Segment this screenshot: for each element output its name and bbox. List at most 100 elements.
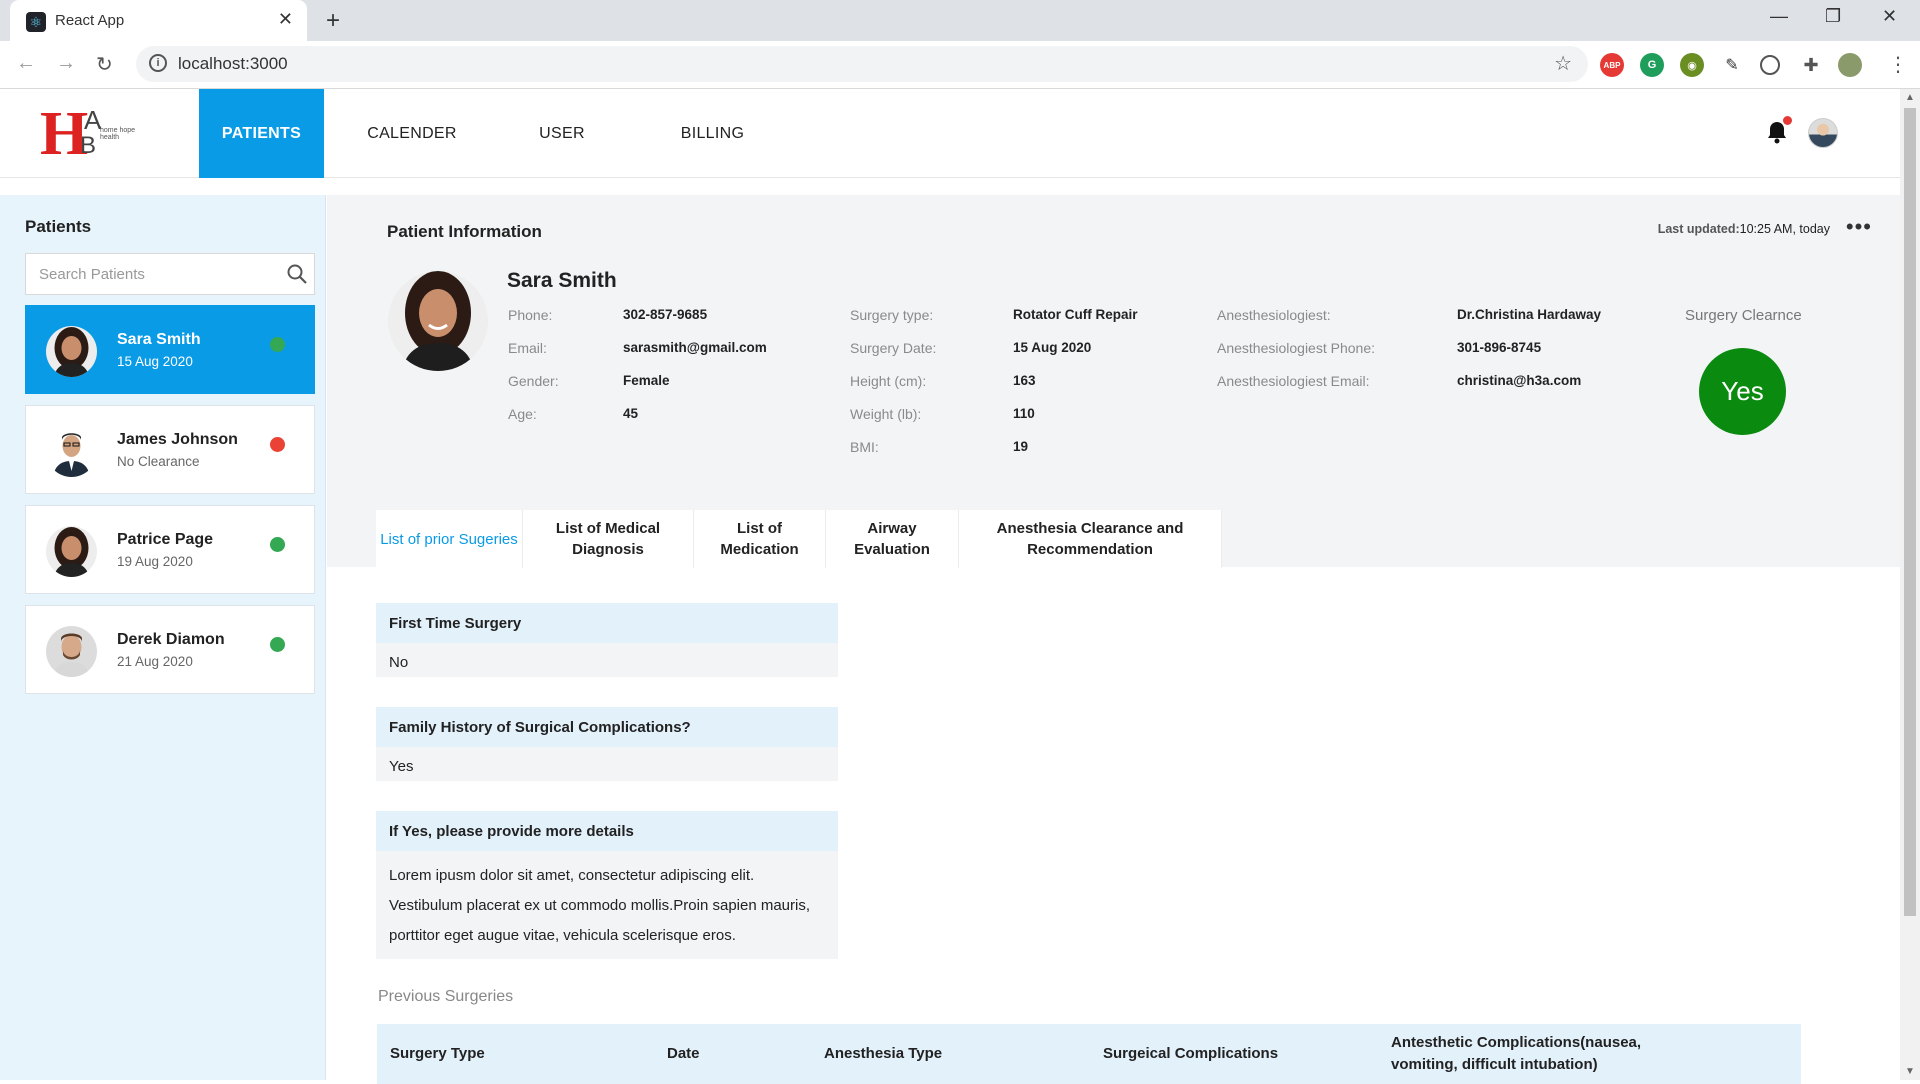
browser-tab-strip: ⚛ React App ✕ + — ❐ ✕	[0, 0, 1920, 41]
new-tab-icon[interactable]: +	[326, 7, 340, 35]
tab-medical-diagnosis[interactable]: List of Medical Diagnosis	[523, 510, 694, 568]
patients-sidebar: Patients Sara Smith 15 Aug 2020 James Jo…	[0, 195, 326, 1080]
react-favicon-icon: ⚛	[26, 12, 46, 32]
scrollbar-thumb[interactable]	[1904, 108, 1916, 916]
scroll-down-icon[interactable]: ▼	[1905, 1066, 1915, 1077]
page-scrollbar[interactable]: ▲ ▼	[1900, 89, 1920, 1080]
tab-prior-surgeries[interactable]: List of prior Sugeries	[376, 510, 523, 568]
forward-icon[interactable]: →	[56, 52, 76, 75]
status-dot-red	[270, 437, 285, 452]
column-header: Surgery Type	[390, 1045, 485, 1062]
qa-question: First Time Surgery	[376, 603, 838, 643]
anesthesiologist-value: Dr.Christina Hardaway	[1457, 307, 1602, 322]
browser-tab[interactable]: ⚛ React App ✕	[10, 0, 307, 41]
browser-menu-icon[interactable]: ⋮	[1888, 52, 1908, 77]
search-input[interactable]	[26, 254, 276, 294]
qa-question: Family History of Surgical Complications…	[376, 707, 838, 747]
age-value: 45	[623, 406, 639, 421]
qa-answer: No	[389, 654, 409, 671]
patient-status: No Clearance	[117, 454, 200, 469]
nav-calender[interactable]: CALENDER	[357, 89, 467, 178]
close-tab-icon[interactable]: ✕	[278, 9, 293, 30]
column-header: Anesthesia Type	[824, 1045, 943, 1062]
qa-block-family-history: Family History of Surgical Complications…	[376, 707, 838, 781]
previous-surgeries-table-header: Surgery Type Date Anesthesia Type Surgei…	[377, 1024, 1801, 1084]
height-value: 163	[1013, 373, 1036, 388]
height-label: Height (cm):	[850, 373, 927, 389]
patient-card-james-johnson[interactable]: James Johnson No Clearance	[25, 405, 315, 494]
surgery-date-value: 15 Aug 2020	[1013, 340, 1092, 355]
gender-value: Female	[623, 373, 670, 388]
age-label: Age:	[508, 406, 537, 422]
more-options-icon[interactable]: •••	[1846, 214, 1872, 240]
anesthesiologist-label: Anesthesiologiest:	[1217, 307, 1331, 323]
patient-name: Patrice Page	[117, 531, 214, 548]
section-title: Patient Information	[387, 222, 542, 241]
nav-patients[interactable]: PATIENTS	[199, 89, 324, 178]
qa-answer: Lorem ipusm dolor sit amet, consectetur …	[389, 867, 811, 944]
anesthesiologist-email-label: Anesthesiologiest Email:	[1217, 373, 1370, 389]
column-header: Surgeical Complications	[1103, 1045, 1279, 1062]
user-avatar[interactable]	[1808, 118, 1838, 148]
last-updated: Last updated:10:25 AM, today	[1658, 222, 1830, 236]
sidebar-title: Patients	[25, 217, 92, 236]
patient-photo	[388, 271, 488, 371]
surgery-type-value: Rotator Cuff Repair	[1013, 307, 1138, 322]
patient-avatar	[46, 526, 97, 577]
eyedropper-extension-icon[interactable]: ✎	[1720, 53, 1744, 77]
anesthesiologist-phone-value: 301-896-8745	[1457, 340, 1542, 355]
patient-name: Sara Smith	[117, 331, 201, 348]
patient-card-derek-diamon[interactable]: Derek Diamon 21 Aug 2020	[25, 605, 315, 694]
phone-label: Phone:	[508, 307, 553, 323]
site-info-icon[interactable]: i	[149, 54, 167, 72]
nav-billing[interactable]: BILLING	[670, 89, 755, 178]
column-header: Date	[667, 1045, 700, 1062]
main-content: Patient Information Last updated:10:25 A…	[327, 195, 1900, 1084]
last-updated-value: 10:25 AM, today	[1739, 222, 1830, 236]
surgery-clearance-label: Surgery Clearnce	[1685, 307, 1802, 324]
profile-avatar-icon[interactable]	[1838, 53, 1862, 77]
weight-label: Weight (lb):	[850, 406, 922, 422]
restore-window-icon[interactable]: ❐	[1825, 6, 1841, 27]
bookmark-star-icon[interactable]: ☆	[1554, 51, 1572, 76]
email-label: Email:	[508, 340, 547, 356]
tab-anesthesia-clearance[interactable]: Anesthesia Clearance and Recommendation	[959, 510, 1222, 568]
search-box	[25, 253, 315, 295]
weight-value: 110	[1013, 406, 1035, 421]
address-bar[interactable]: i localhost:3000 ☆	[136, 46, 1588, 82]
surgery-type-label: Surgery type:	[850, 307, 934, 323]
anesthesiologist-email-value: christina@h3a.com	[1457, 373, 1582, 388]
phone-value: 302-857-9685	[623, 307, 708, 322]
notification-dot	[1783, 116, 1792, 125]
app-header: H A B home hope health PATIENTS CALENDER…	[0, 89, 1900, 178]
nav-user[interactable]: USER	[522, 89, 602, 178]
patient-card-sara-smith[interactable]: Sara Smith 15 Aug 2020	[25, 305, 315, 394]
globe-extension-icon[interactable]: ◉	[1680, 53, 1704, 77]
back-icon[interactable]: ←	[16, 52, 36, 75]
patient-avatar	[46, 326, 97, 377]
close-window-icon[interactable]: ✕	[1882, 6, 1897, 27]
patient-name: James Johnson	[117, 431, 238, 448]
extensions-puzzle-icon[interactable]: ✚	[1799, 53, 1823, 77]
notification-bell-icon[interactable]	[1766, 116, 1792, 144]
patient-date: 15 Aug 2020	[117, 354, 193, 369]
minimize-window-icon[interactable]: —	[1770, 6, 1788, 27]
tab-medication[interactable]: List of Medication	[694, 510, 826, 568]
tab-airway-evaluation[interactable]: Airway Evaluation	[826, 510, 959, 568]
reload-icon[interactable]: ↻	[96, 52, 113, 77]
browser-toolbar: ← → ↻ i localhost:3000 ☆ ABP G ◉ ✎ ✚ ⋮	[0, 41, 1920, 89]
patient-card-patrice-page[interactable]: Patrice Page 19 Aug 2020	[25, 505, 315, 594]
qa-block-more-details: If Yes, please provide more details Lore…	[376, 811, 838, 959]
scroll-up-icon[interactable]: ▲	[1905, 92, 1915, 103]
surgery-clearance-badge: Yes	[1699, 348, 1786, 435]
adblock-extension-icon[interactable]: ABP	[1600, 53, 1624, 77]
patient-date: 19 Aug 2020	[117, 554, 193, 569]
search-icon[interactable]	[286, 263, 308, 285]
patient-avatar	[46, 626, 97, 677]
circle-extension-icon[interactable]	[1760, 55, 1780, 75]
bmi-value: 19	[1013, 439, 1029, 454]
detail-tabs: List of prior Sugeries List of Medical D…	[376, 510, 1222, 568]
grammarly-extension-icon[interactable]: G	[1640, 53, 1664, 77]
patient-name: Derek Diamon	[117, 631, 225, 648]
bmi-label: BMI:	[850, 439, 879, 455]
